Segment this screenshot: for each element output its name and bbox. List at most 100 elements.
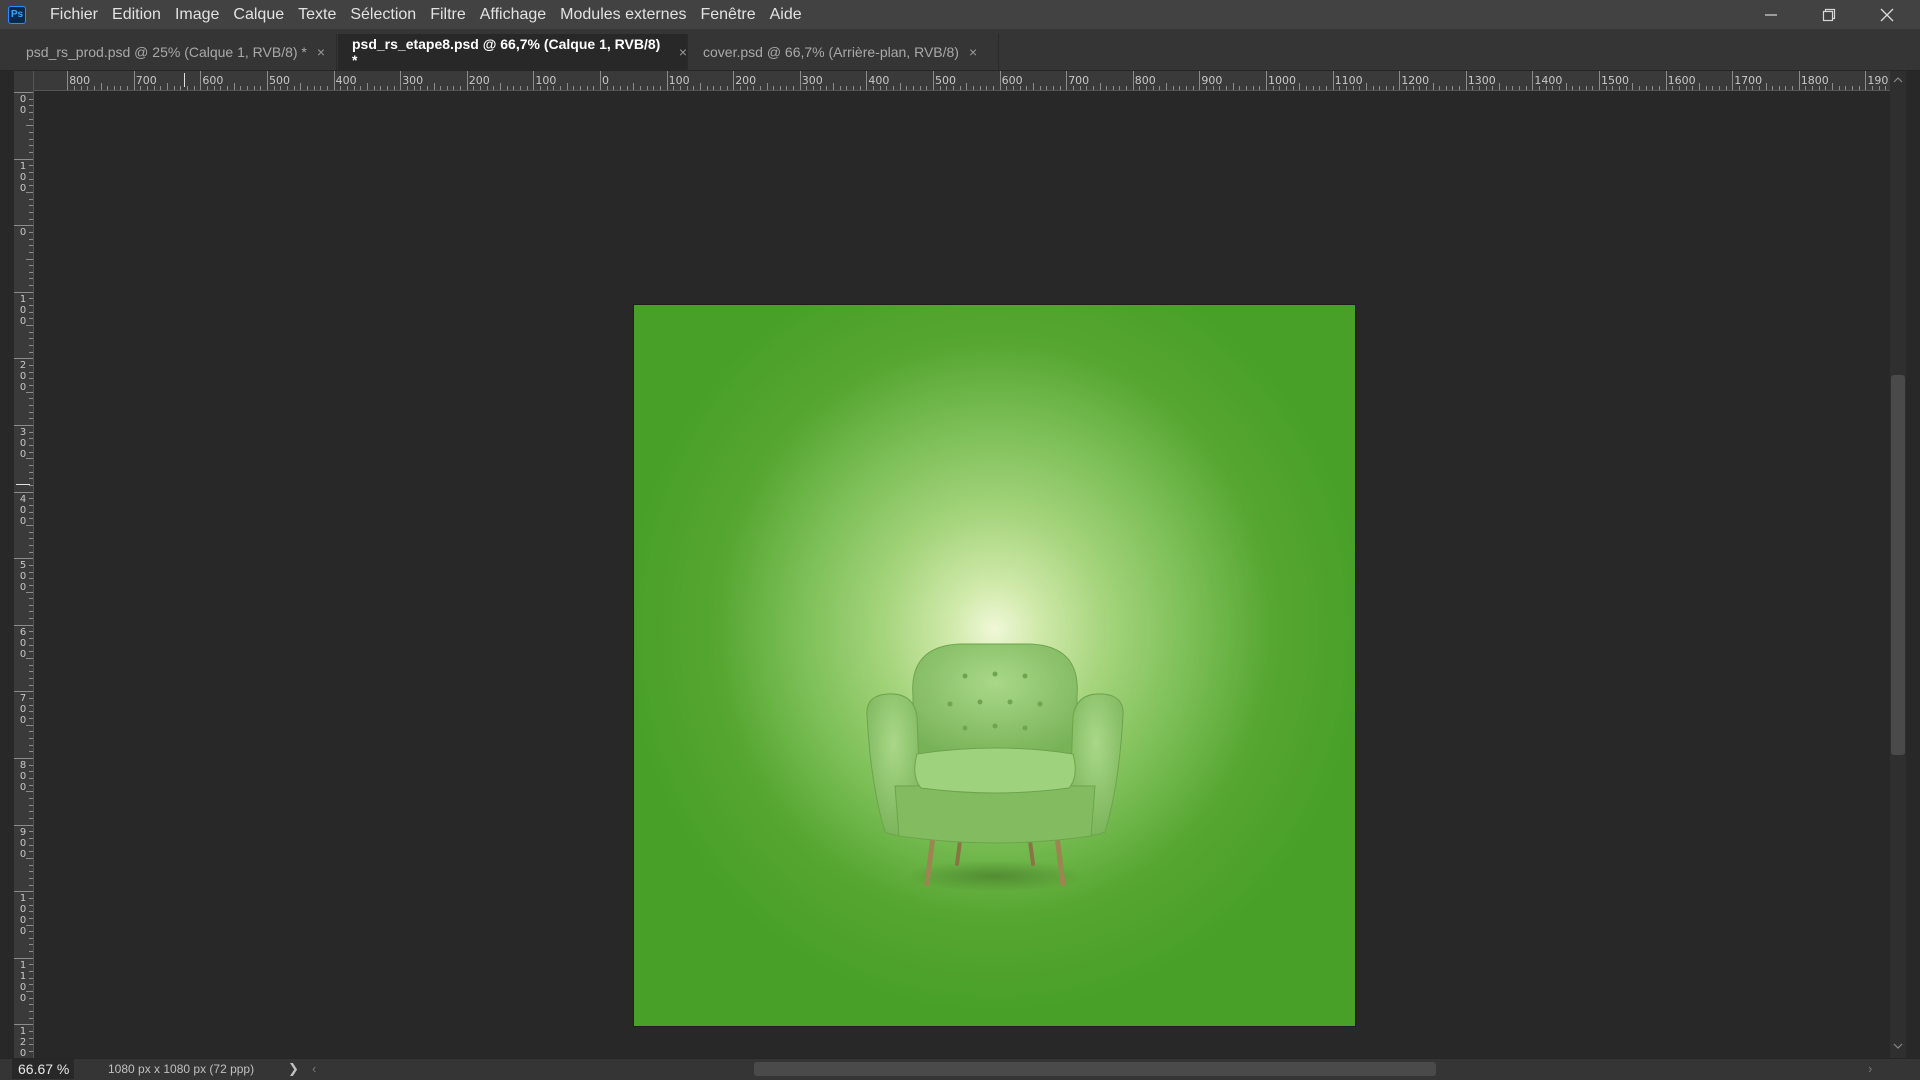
menu-filtre[interactable]: Filtre	[423, 0, 473, 29]
ruler-minor-tick	[93, 86, 95, 90]
tab-psd-rs-etape8[interactable]: psd_rs_etape8.psd @ 66,7% (Calque 1, RVB…	[338, 34, 688, 70]
ruler-minor-tick	[29, 964, 33, 966]
ruler-minor-tick	[26, 524, 33, 526]
ruler-tick	[14, 158, 33, 160]
ruler-minor-tick	[29, 145, 33, 147]
ruler-minor-tick	[29, 977, 33, 979]
ruler-minor-tick	[1579, 86, 1581, 90]
scroll-left-icon[interactable]: ‹	[312, 1060, 316, 1078]
menu-modules-externes[interactable]: Modules externes	[553, 0, 693, 29]
menu-fenetre[interactable]: Fenêtre	[693, 0, 762, 29]
ruler-minor-tick	[1032, 83, 1034, 90]
ruler-minor-tick	[253, 86, 255, 90]
document-canvas[interactable]	[634, 305, 1355, 1026]
status-menu-arrow-icon[interactable]: ❯	[288, 1060, 299, 1078]
ruler-minor-tick	[1319, 86, 1321, 90]
menu-selection[interactable]: Sélection	[343, 0, 423, 29]
ruler-minor-tick	[1352, 86, 1354, 90]
menu-affichage[interactable]: Affichage	[473, 0, 553, 29]
ruler-minor-tick	[1878, 86, 1880, 90]
ruler-minor-tick	[29, 171, 33, 173]
tab-cover[interactable]: cover.psd @ 66,7% (Arrière-plan, RVB/8) …	[689, 34, 999, 70]
minimize-button[interactable]	[1742, 0, 1800, 29]
ruler-origin-corner[interactable]	[14, 71, 34, 91]
menu-image[interactable]: Image	[168, 0, 226, 29]
ruler-minor-tick	[413, 86, 415, 90]
ruler-minor-tick	[653, 86, 655, 90]
tab-psd-rs-prod[interactable]: psd_rs_prod.psd @ 25% (Calque 1, RVB/8) …	[12, 34, 337, 70]
close-window-button[interactable]	[1858, 0, 1916, 29]
ruler-tick	[14, 92, 33, 93]
ruler-minor-tick	[1279, 86, 1281, 90]
restore-button[interactable]	[1800, 0, 1858, 29]
scroll-down-icon[interactable]	[1892, 1040, 1904, 1052]
ruler-minor-tick	[29, 1037, 33, 1039]
ruler-minor-tick	[1638, 86, 1640, 90]
ruler-minor-tick	[29, 1051, 33, 1053]
tab-close-icon[interactable]: ×	[679, 44, 687, 60]
ruler-minor-tick	[247, 86, 249, 90]
ruler-minor-tick	[29, 385, 33, 387]
ruler-minor-tick	[29, 638, 33, 640]
ruler-minor-tick	[29, 611, 33, 613]
menu-fichier[interactable]: Fichier	[43, 0, 105, 29]
ruler-minor-tick	[26, 191, 33, 193]
ruler-label: 9 0 0	[19, 826, 27, 860]
ruler-minor-tick	[560, 86, 562, 90]
ruler-minor-tick	[167, 83, 169, 90]
zoom-level-field[interactable]: 66.67 %	[12, 1059, 74, 1079]
ruler-minor-tick	[460, 86, 462, 90]
ruler-minor-tick	[1539, 86, 1541, 90]
ruler-minor-tick	[1312, 86, 1314, 90]
menu-texte[interactable]: Texte	[291, 0, 343, 29]
ruler-minor-tick	[1885, 86, 1887, 90]
tab-close-icon[interactable]: ×	[969, 44, 977, 60]
minimize-icon	[1765, 13, 1777, 16]
ruler-minor-tick	[29, 904, 33, 906]
ruler-minor-tick	[1479, 86, 1481, 90]
ruler-minor-tick	[606, 86, 608, 90]
scroll-right-icon[interactable]: ›	[1868, 1060, 1872, 1078]
ruler-tick	[600, 71, 601, 90]
canvas-workspace[interactable]	[34, 91, 1890, 1058]
ruler-minor-tick	[29, 731, 33, 733]
menu-calque[interactable]: Calque	[226, 0, 291, 29]
ruler-minor-tick	[1126, 86, 1128, 90]
ruler-minor-tick	[300, 83, 302, 90]
ruler-minor-tick	[1612, 86, 1614, 90]
ruler-minor-tick	[986, 86, 988, 90]
ruler-minor-tick	[946, 86, 948, 90]
ruler-minor-tick	[659, 86, 661, 90]
ruler-minor-tick	[706, 86, 708, 90]
ruler-minor-tick	[29, 411, 33, 413]
ruler-minor-tick	[1818, 86, 1820, 90]
vertical-ruler[interactable]: 0 0 1 0 0 0 1 0 0 2 0 0 3 0 0 4 0 0 5 0 0 6 0 0 7…	[14, 91, 34, 1058]
ruler-minor-tick	[80, 86, 82, 90]
ruler-minor-tick	[1838, 86, 1840, 90]
ruler-minor-tick	[26, 258, 33, 260]
ruler-minor-tick	[1685, 86, 1687, 90]
ruler-tick	[1066, 71, 1068, 90]
ruler-minor-tick	[366, 83, 368, 90]
ruler-minor-tick	[29, 971, 33, 973]
ruler-minor-tick	[26, 325, 33, 327]
ruler-minor-tick	[29, 305, 33, 307]
menu-edition[interactable]: Edition	[105, 0, 168, 29]
horizontal-scrollbar-thumb[interactable]	[754, 1062, 1436, 1076]
ruler-minor-tick	[29, 278, 33, 280]
ruler-minor-tick	[1692, 86, 1694, 90]
vertical-scrollbar-thumb[interactable]	[1891, 375, 1905, 755]
ruler-minor-tick	[773, 86, 775, 90]
ruler-minor-tick	[1372, 86, 1374, 90]
ruler-minor-tick	[1792, 86, 1794, 90]
ruler-minor-tick	[29, 698, 33, 700]
scroll-up-icon[interactable]	[1892, 74, 1904, 86]
ruler-tick	[1332, 71, 1334, 90]
horizontal-ruler[interactable]: 800 700 600 500 400 300 200 100 0 100 200 300 400 500…	[14, 71, 1890, 91]
tab-close-icon[interactable]: ×	[317, 44, 325, 60]
ruler-minor-tick	[1472, 86, 1474, 90]
menu-aide[interactable]: Aide	[763, 0, 809, 29]
ruler-minor-tick	[966, 83, 968, 90]
ruler-tick	[733, 71, 735, 90]
ruler-minor-tick	[1305, 86, 1307, 90]
